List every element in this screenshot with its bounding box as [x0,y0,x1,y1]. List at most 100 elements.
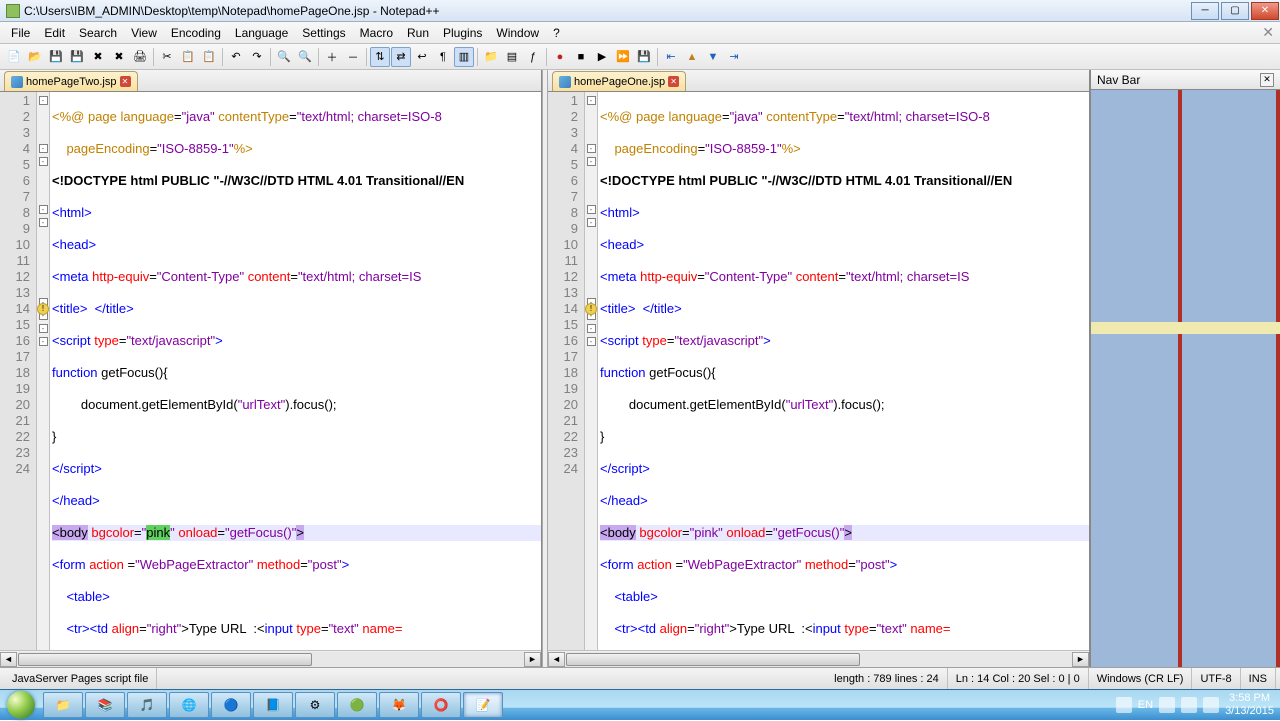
scroll-left-icon[interactable]: ◄ [548,652,565,667]
menu-plugins[interactable]: Plugins [436,24,489,42]
task-explorer[interactable]: 📁 [43,692,83,718]
play-multi-icon[interactable]: ⏩ [613,47,633,67]
tray-action-center-icon[interactable] [1203,697,1219,713]
menu-window[interactable]: Window [489,24,546,42]
tab-close-icon[interactable]: ✕ [120,76,131,87]
right-hscroll[interactable]: ◄ ► [548,650,1089,667]
cut-icon[interactable]: ✂ [157,47,177,67]
doc-map-icon[interactable]: ▤ [502,47,522,67]
menu-edit[interactable]: Edit [37,24,72,42]
navbar-minimap[interactable] [1091,90,1280,667]
close-button[interactable]: ✕ [1251,2,1279,20]
wrap-icon[interactable]: ↩ [412,47,432,67]
task-firefox[interactable]: 🦊 [379,692,419,718]
open-file-icon[interactable]: 📂 [25,47,45,67]
redo-icon[interactable]: ↷ [247,47,267,67]
left-tabstrip: homePageTwo.jsp ✕ [0,70,541,92]
show-chars-icon[interactable]: ¶ [433,47,453,67]
task-mediaplayer[interactable]: 🎵 [127,692,167,718]
save-all-icon[interactable]: 💾 [67,47,87,67]
new-file-icon[interactable]: 📄 [4,47,24,67]
print-icon[interactable]: 🖨 [130,47,150,67]
scroll-thumb[interactable] [566,653,860,666]
menu-run[interactable]: Run [400,24,436,42]
tab-label: homePageTwo.jsp [26,76,117,88]
scroll-right-icon[interactable]: ► [524,652,541,667]
zoom-out-icon[interactable]: － [343,47,363,67]
save-icon[interactable]: 💾 [46,47,66,67]
task-notepadpp[interactable]: 📝 [463,692,503,718]
left-editor[interactable]: ! 12345678910111213141516171819202122232… [0,92,541,650]
scroll-left-icon[interactable]: ◄ [0,652,17,667]
menu-close-x[interactable]: ✕ [1262,24,1274,41]
scroll-thumb[interactable] [18,653,312,666]
compare-last-icon[interactable]: ⇥ [724,47,744,67]
toolbar: 📄 📂 💾 💾 ✖ ✖ 🖨 ✂ 📋 📋 ↶ ↷ 🔍 🔍 ＋ － ⇅ ⇄ ↩ ¶ … [0,44,1280,70]
task-app3[interactable]: ⚙ [295,692,335,718]
start-button[interactable] [0,690,42,721]
compare-first-icon[interactable]: ⇤ [661,47,681,67]
menu-view[interactable]: View [124,24,164,42]
folder-icon[interactable]: 📁 [481,47,501,67]
scroll-right-icon[interactable]: ► [1072,652,1089,667]
right-tabstrip: homePageOne.jsp ✕ [548,70,1089,92]
right-editor[interactable]: ! 12345678910111213141516171819202122232… [548,92,1089,650]
sync-h-scroll-icon[interactable]: ⇄ [391,47,411,67]
code-area[interactable]: <%@ page language="java" contentType="te… [50,92,541,650]
func-list-icon[interactable]: ƒ [523,47,543,67]
task-chrome[interactable]: 🟢 [337,692,377,718]
bookmark-icon: ! [37,303,49,315]
menu-macro[interactable]: Macro [353,24,400,42]
tab-close-icon[interactable]: ✕ [668,76,679,87]
tray-network-icon[interactable] [1159,697,1175,713]
right-pane: homePageOne.jsp ✕ ! 12345678910111213141… [548,70,1090,667]
menu-help[interactable]: ? [546,24,567,42]
copy-icon[interactable]: 📋 [178,47,198,67]
task-ie[interactable]: 🌐 [169,692,209,718]
tray-volume-icon[interactable] [1181,697,1197,713]
line-gutter: 123456789101112131415161718192021222324 [548,92,584,650]
stop-macro-icon[interactable]: ■ [571,47,591,67]
window-title: C:\Users\IBM_ADMIN\Desktop\temp\Notepad\… [24,4,1190,18]
menu-encoding[interactable]: Encoding [164,24,228,42]
menu-language[interactable]: Language [228,24,295,42]
minimize-button[interactable]: ─ [1191,2,1219,20]
indent-guide-icon[interactable]: ▥ [454,47,474,67]
tray-clock[interactable]: 3:58 PM3/13/2015 [1225,692,1274,718]
task-app4[interactable]: ⭕ [421,692,461,718]
code-area[interactable]: <%@ page language="java" contentType="te… [598,92,1089,650]
save-macro-icon[interactable]: 💾 [634,47,654,67]
sync-v-scroll-icon[interactable]: ⇅ [370,47,390,67]
menu-search[interactable]: Search [72,24,124,42]
fold-column[interactable]: --------- [584,92,598,650]
close-all-icon[interactable]: ✖ [109,47,129,67]
tray-language[interactable]: EN [1138,699,1153,711]
maximize-button[interactable]: ▢ [1221,2,1249,20]
record-macro-icon[interactable]: ● [550,47,570,67]
status-eol[interactable]: Windows (CR LF) [1089,668,1193,689]
task-app1[interactable]: 🔵 [211,692,251,718]
zoom-in-icon[interactable]: ＋ [322,47,342,67]
find-icon[interactable]: 🔍 [274,47,294,67]
tab-homepagetwo[interactable]: homePageTwo.jsp ✕ [4,71,138,91]
left-hscroll[interactable]: ◄ ► [0,650,541,667]
task-app2[interactable]: 📘 [253,692,293,718]
replace-icon[interactable]: 🔍 [295,47,315,67]
undo-icon[interactable]: ↶ [226,47,246,67]
task-libraries[interactable]: 📚 [85,692,125,718]
status-encoding[interactable]: UTF-8 [1192,668,1240,689]
close-icon[interactable]: ✖ [88,47,108,67]
status-insert-mode[interactable]: INS [1241,668,1276,689]
app-icon [6,4,20,18]
navbar-close-icon[interactable]: ✕ [1260,73,1274,87]
play-macro-icon[interactable]: ▶ [592,47,612,67]
compare-prev-icon[interactable]: ▲ [682,47,702,67]
menu-settings[interactable]: Settings [295,24,352,42]
fold-column[interactable]: --------- [36,92,50,650]
menu-file[interactable]: File [4,24,37,42]
paste-icon[interactable]: 📋 [199,47,219,67]
compare-next-icon[interactable]: ▼ [703,47,723,67]
tray-show-hidden-icon[interactable] [1116,697,1132,713]
system-tray[interactable]: EN 3:58 PM3/13/2015 [1110,692,1280,718]
tab-homepageone[interactable]: homePageOne.jsp ✕ [552,71,686,91]
